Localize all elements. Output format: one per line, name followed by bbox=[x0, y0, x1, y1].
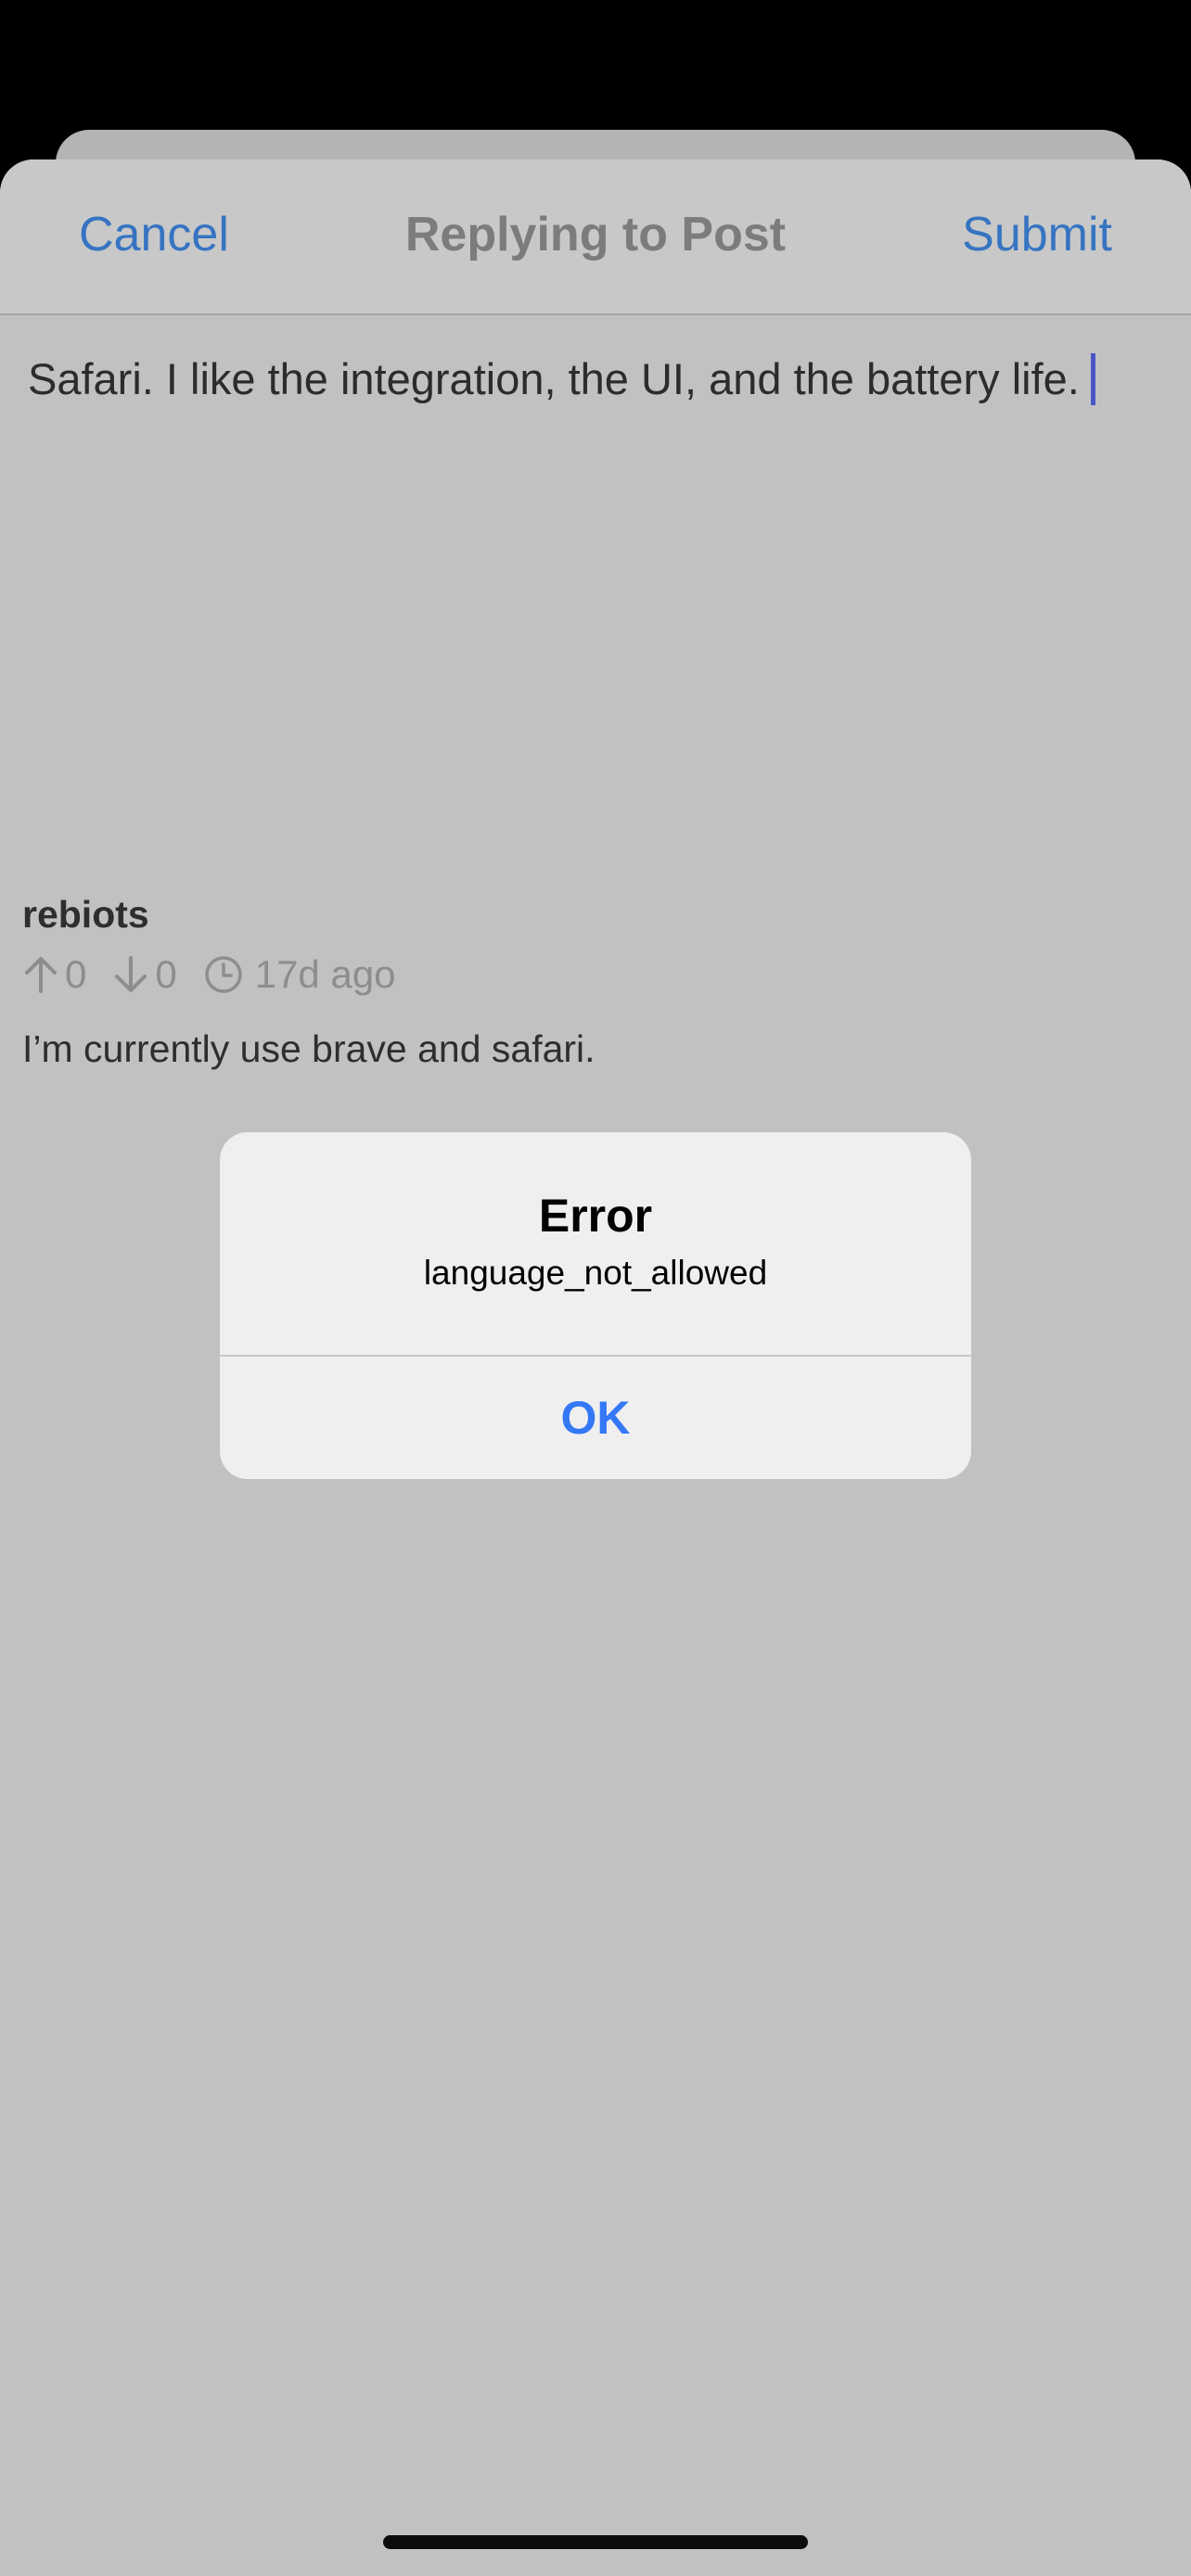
reply-text: Safari. I like the integration, the UI, … bbox=[28, 354, 1080, 403]
cancel-button[interactable]: Cancel bbox=[79, 206, 229, 263]
submit-button[interactable]: Submit bbox=[962, 206, 1112, 263]
reply-text-editor[interactable]: Safari. I like the integration, the UI, … bbox=[28, 351, 1169, 907]
text-cursor bbox=[1090, 353, 1095, 405]
arrow-up-icon bbox=[25, 957, 57, 994]
downvote-count: 0 bbox=[155, 952, 177, 997]
comment-author: rebiots bbox=[22, 893, 149, 936]
alert-message: language_not_allowed bbox=[423, 1254, 768, 1292]
comment-body: I’m currently use brave and safari. bbox=[22, 1027, 596, 1071]
error-alert: Error language_not_allowed OK bbox=[220, 1132, 971, 1479]
upvote-count: 0 bbox=[65, 952, 87, 997]
upvote-group: 0 bbox=[22, 952, 86, 997]
age-group: 17d ago bbox=[203, 952, 396, 997]
navigation-bar: Cancel Replying to Post Submit bbox=[0, 159, 1191, 315]
clock-icon bbox=[204, 956, 242, 993]
comment-age: 17d ago bbox=[254, 952, 396, 997]
comment-meta: 0 0 17d ago bbox=[22, 949, 1135, 1001]
downvote-group: 0 bbox=[112, 952, 177, 997]
home-indicator bbox=[383, 2535, 808, 2549]
alert-title: Error bbox=[538, 1190, 653, 1242]
screen: Cancel Replying to Post Submit Safari. I… bbox=[0, 0, 1191, 2576]
parent-comment: rebiots 0 0 17d ago I’m currently use br… bbox=[22, 892, 1135, 1074]
ok-button[interactable]: OK bbox=[220, 1357, 971, 1479]
arrow-down-icon bbox=[115, 956, 147, 993]
